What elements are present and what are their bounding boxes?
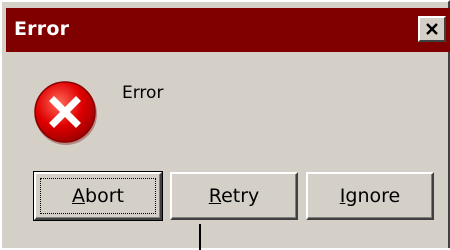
abort-mnemonic: A xyxy=(72,185,86,207)
retry-label-rest: etry xyxy=(221,185,260,207)
retry-mnemonic: R xyxy=(208,185,222,207)
error-dialog: Error Error Abort Retry Ignore xyxy=(0,0,450,250)
ignore-button[interactable]: Ignore xyxy=(306,172,434,220)
error-message: Error xyxy=(122,83,164,103)
abort-button[interactable]: Abort xyxy=(33,171,163,221)
error-icon xyxy=(34,81,97,145)
retry-button[interactable]: Retry xyxy=(170,172,298,220)
close-button[interactable] xyxy=(418,16,446,42)
window-title: Error xyxy=(14,18,70,40)
mouse-cursor xyxy=(199,224,201,250)
close-icon xyxy=(426,23,438,35)
abort-label-rest: bort xyxy=(85,185,124,207)
title-bar[interactable]: Error xyxy=(6,8,450,52)
ignore-label-rest: gnore xyxy=(345,185,401,207)
